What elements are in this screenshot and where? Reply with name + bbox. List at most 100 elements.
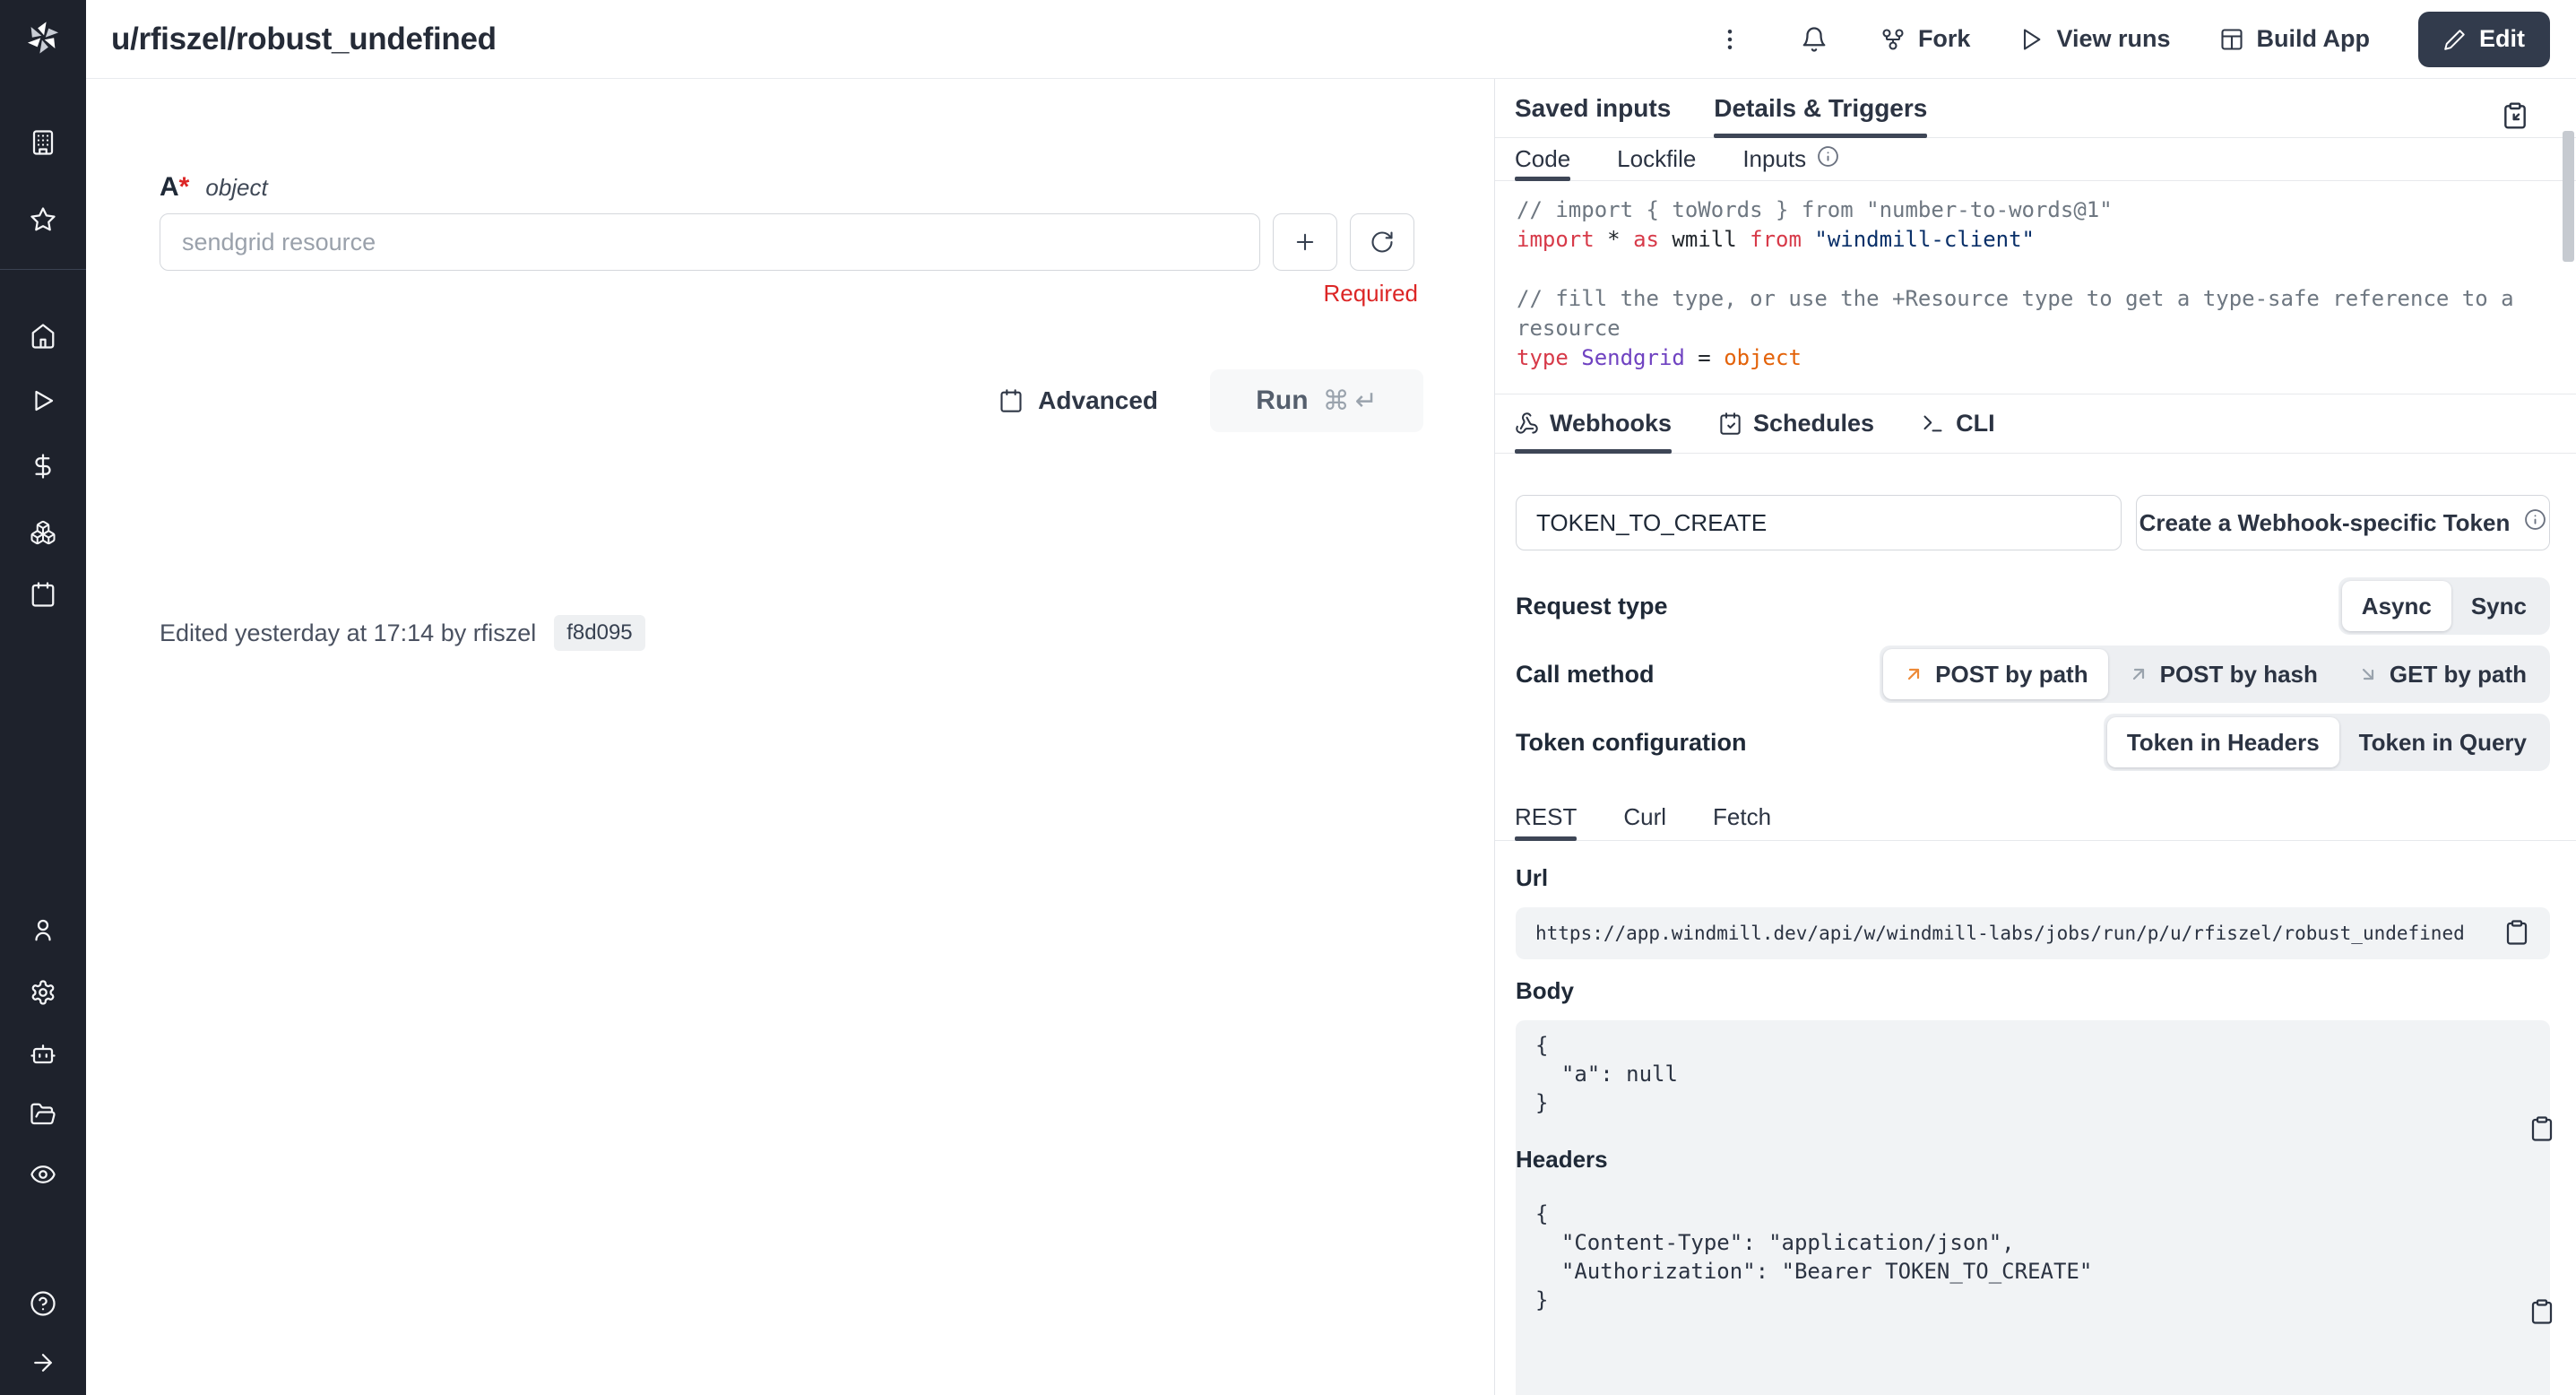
info-icon[interactable] <box>1817 145 1839 174</box>
webhook-icon <box>1515 412 1539 436</box>
copy-code-icon[interactable] <box>2499 100 2531 133</box>
play-outline-icon <box>2018 27 2044 52</box>
tab-inputs-label: Inputs <box>1742 145 1806 173</box>
headers-line: "Content-Type": "application/json", <box>1535 1228 2530 1257</box>
fork-button[interactable]: Fork <box>1880 25 1971 53</box>
sidebar-item-workspace[interactable] <box>23 123 63 162</box>
topbar-actions: Fork View runs Build App Edit <box>1712 12 2550 67</box>
request-type-label: Request type <box>1516 593 1668 620</box>
sidebar-expand-button[interactable] <box>23 1343 63 1382</box>
code-line: import * as wmill from "windmill-client" <box>1517 225 2558 255</box>
tab-schedules-label: Schedules <box>1753 410 1874 438</box>
folder-open-icon <box>30 1101 56 1128</box>
tab-inputs[interactable]: Inputs <box>1742 138 1839 180</box>
advanced-button[interactable]: Advanced <box>998 386 1158 415</box>
edited-text: Edited yesterday at 17:14 by rfiszel <box>160 620 536 647</box>
headers-label: Headers <box>1516 1146 1608 1174</box>
build-app-button[interactable]: Build App <box>2219 25 2370 53</box>
create-webhook-token-button[interactable]: Create a Webhook-specific Token <box>2136 495 2550 550</box>
webhook-token-row: Create a Webhook-specific Token <box>1516 495 2550 550</box>
sidebar <box>0 0 86 1395</box>
sidebar-item-users[interactable] <box>23 910 63 949</box>
eye-icon <box>30 1161 56 1188</box>
webhook-token-input[interactable] <box>1516 495 2122 550</box>
arrow-up-right-icon <box>1903 663 1924 685</box>
tab-rest[interactable]: REST <box>1515 794 1577 840</box>
panel-scrollbar-thumb[interactable] <box>2563 131 2574 262</box>
copy-url-icon[interactable] <box>2502 918 2532 949</box>
user-icon <box>30 916 56 943</box>
sidebar-item-runs[interactable] <box>23 381 63 420</box>
tab-webhooks[interactable]: Webhooks <box>1515 394 1672 453</box>
page-title: u/rfiszel/robust_undefined <box>111 22 497 57</box>
sidebar-item-favorites[interactable] <box>23 200 63 239</box>
required-asterisk: * <box>179 172 190 203</box>
tab-details-triggers-label: Details & Triggers <box>1714 94 1927 123</box>
field-name: A <box>160 172 179 203</box>
robot-icon <box>30 1040 56 1067</box>
call-method-get-by-path[interactable]: GET by path <box>2338 649 2546 699</box>
body-line: "a": null <box>1535 1060 2530 1088</box>
boxes-icon <box>30 519 56 546</box>
tab-lockfile[interactable]: Lockfile <box>1617 138 1696 180</box>
sidebar-divider <box>0 269 86 270</box>
refresh-button[interactable] <box>1350 213 1414 271</box>
run-button[interactable]: Run ⌘↵ <box>1210 369 1423 432</box>
token-configuration-label: Token configuration <box>1516 729 1747 757</box>
arrow-down-right-icon <box>2357 663 2379 685</box>
sidebar-item-variables[interactable] <box>23 446 63 486</box>
code-tab-bar: Code Lockfile Inputs <box>1495 138 2576 181</box>
windmill-app: u/rfiszel/robust_undefined Fork View run… <box>0 0 2576 1395</box>
tab-code[interactable]: Code <box>1515 138 1570 180</box>
view-runs-button[interactable]: View runs <box>2018 25 2170 53</box>
sidebar-item-audit-logs[interactable] <box>23 1155 63 1194</box>
copy-body-icon[interactable] <box>2502 1102 2532 1132</box>
resource-input[interactable] <box>160 213 1260 271</box>
sidebar-item-home[interactable] <box>23 316 63 356</box>
token-in-headers[interactable]: Token in Headers <box>2107 717 2339 767</box>
home-icon <box>30 323 56 350</box>
tab-saved-inputs[interactable]: Saved inputs <box>1515 79 1671 137</box>
refresh-icon <box>1370 230 1395 255</box>
headers-box: { "Content-Type": "application/json", "A… <box>1516 1189 2550 1395</box>
kebab-menu-icon[interactable] <box>1712 22 1748 57</box>
call-method-post-by-hash[interactable]: POST by hash <box>2108 649 2338 699</box>
notifications-bell-icon[interactable] <box>1796 22 1832 57</box>
token-configuration-row: Token configuration Token in Headers Tok… <box>1516 714 2550 771</box>
request-type-toggle: Async Sync <box>2338 577 2550 635</box>
tab-fetch[interactable]: Fetch <box>1713 794 1771 840</box>
sidebar-item-workers[interactable] <box>23 1034 63 1073</box>
pencil-icon <box>2443 28 2467 51</box>
add-resource-button[interactable] <box>1273 213 1337 271</box>
sidebar-item-schedules[interactable] <box>23 575 63 614</box>
token-configuration-toggle: Token in Headers Token in Query <box>2104 714 2550 771</box>
url-value: https://app.windmill.dev/api/w/windmill-… <box>1535 923 2465 944</box>
sidebar-item-settings[interactable] <box>23 973 63 1012</box>
info-icon <box>2524 508 2546 537</box>
tab-cli[interactable]: CLI <box>1921 394 1995 453</box>
windmill-logo-icon[interactable] <box>23 18 63 57</box>
version-hash-badge: f8d095 <box>554 615 644 651</box>
token-in-query[interactable]: Token in Query <box>2339 717 2546 767</box>
gear-icon <box>30 979 56 1006</box>
copy-headers-icon[interactable] <box>2502 1285 2532 1315</box>
sidebar-item-help[interactable] <box>23 1284 63 1323</box>
sidebar-item-resources[interactable] <box>23 513 63 552</box>
request-type-row: Request type Async Sync <box>1516 577 2550 635</box>
headers-line: } <box>1535 1286 2530 1314</box>
calendar-icon <box>998 388 1024 413</box>
edit-button[interactable]: Edit <box>2418 12 2550 67</box>
calendar-icon <box>30 581 56 608</box>
star-icon <box>30 206 56 233</box>
tab-curl[interactable]: Curl <box>1623 794 1666 840</box>
call-method-post-by-path[interactable]: POST by path <box>1883 649 2107 699</box>
tab-details-triggers[interactable]: Details & Triggers <box>1714 79 1927 137</box>
request-type-sync[interactable]: Sync <box>2451 581 2546 631</box>
snippet-tab-bar: REST Curl Fetch <box>1495 794 2576 841</box>
edited-row: Edited yesterday at 17:14 by rfiszel f8d… <box>160 615 645 651</box>
tab-schedules[interactable]: Schedules <box>1718 394 1874 453</box>
field-type: object <box>205 174 267 202</box>
request-type-async[interactable]: Async <box>2342 581 2451 631</box>
sidebar-item-folders[interactable] <box>23 1095 63 1134</box>
details-panel: Saved inputs Details & Triggers Code Loc… <box>1494 79 2576 1395</box>
